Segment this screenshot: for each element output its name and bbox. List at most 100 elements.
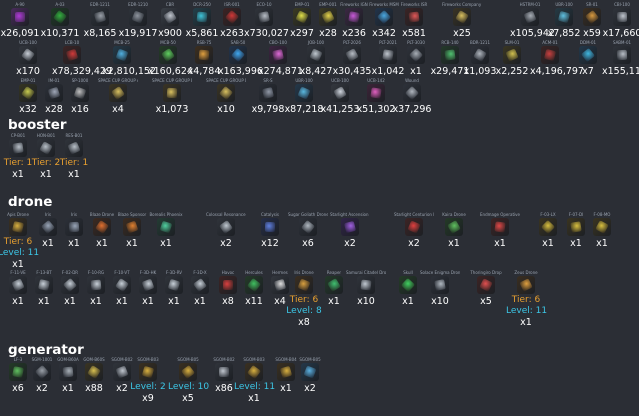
ammo-icon <box>159 46 177 64</box>
inventory-item[interactable]: Starlight Ascension Drone x2 <box>330 212 370 258</box>
item-count: x1 <box>448 238 460 249</box>
drone-icon <box>431 276 449 294</box>
icon-glyph <box>40 219 56 235</box>
item-name: SGOM-B05 <box>177 357 199 362</box>
icon-glyph <box>300 219 316 235</box>
inventory-item[interactable]: Sugar Goliath Drone x6 <box>288 212 328 258</box>
item-count: x5 <box>182 393 194 404</box>
inventory-item[interactable]: Solace Enigma Drone x10 <box>420 270 460 316</box>
formation-icon <box>191 276 209 294</box>
inventory-item[interactable]: Zeus Drone Tier: 6 Level: 11 x1 <box>506 270 547 328</box>
item-count: x25 <box>453 28 471 39</box>
icon-glyph <box>62 277 78 293</box>
inventory-item[interactable]: UBR-100 x87,218 <box>284 78 324 124</box>
icon-glyph <box>34 364 50 380</box>
inventory-item[interactable]: SR-S x9,798 <box>248 78 288 124</box>
inventory-item[interactable]: SABM-01 x155,113 <box>602 40 639 86</box>
icon-glyph <box>595 220 609 234</box>
icon-glyph <box>407 220 421 234</box>
item-name: A-03 <box>55 2 65 7</box>
item-count: x30,435 <box>332 66 372 77</box>
inventory-item[interactable]: SGOM-B05 x2 <box>290 357 330 403</box>
item-name: MCB-25 <box>114 40 130 45</box>
iris-drone-icon <box>65 218 83 236</box>
icon-glyph <box>198 49 210 61</box>
inventory-item[interactable]: UCB-100 x41,253 <box>320 78 360 124</box>
item-count: x2 <box>408 238 420 249</box>
item-name: UCB-100 <box>331 78 349 83</box>
item-count: x1 <box>596 238 608 249</box>
icon-glyph <box>400 277 416 293</box>
inventory-item[interactable]: RES-B01 Tier: 1 x1 <box>54 133 94 180</box>
item-count: x581 <box>402 28 426 39</box>
item-count: x160,624 <box>148 66 193 77</box>
icon-glyph <box>167 278 181 292</box>
item-name: SR-S <box>263 78 273 83</box>
item-name: A-90 <box>15 2 25 7</box>
item-name: SABM-01 <box>612 40 632 45</box>
icon-glyph <box>15 12 25 22</box>
booster-icon <box>65 139 83 157</box>
item-name: Kaira Drone <box>442 212 466 217</box>
ammo-icon <box>19 46 37 64</box>
drone-icon <box>299 218 317 236</box>
item-name: SLM-01 <box>504 40 520 45</box>
item-level: Level: 10 <box>168 382 210 392</box>
inventory-item[interactable]: Colossal Resonance Drone x2 <box>206 212 246 258</box>
item-name: Endmage Operative Drone <box>480 212 520 217</box>
icon-glyph <box>87 365 101 379</box>
cup-icon <box>217 84 235 102</box>
icon-glyph <box>90 279 102 291</box>
icon-glyph <box>161 48 175 62</box>
icon-glyph <box>262 87 274 99</box>
cup-icon <box>163 84 181 102</box>
inventory-item[interactable]: SPACE CUP GROUP D x10 <box>206 78 246 124</box>
red-mine-icon <box>223 8 241 26</box>
hellstorm-icon <box>521 8 539 26</box>
inventory-item[interactable]: Thoringiro Drop x5 <box>466 270 506 316</box>
shield-gen-icon <box>179 363 197 381</box>
firework-icon <box>405 8 423 26</box>
inventory-item[interactable]: Endmage Operative Drone x1 <box>480 212 520 258</box>
inventory-item[interactable]: Starlight Centurion Drone x2 <box>394 212 434 258</box>
item-name: Samurai Citadel Drone <box>346 270 386 275</box>
item-name: Colossal Resonance Drone <box>206 212 246 217</box>
item-count: x41,253 <box>320 104 360 115</box>
icon-glyph <box>447 220 461 234</box>
inventory-item[interactable]: Kaira Drone x1 <box>434 212 474 258</box>
icon-glyph <box>408 11 420 23</box>
rocket-icon <box>295 84 313 102</box>
inventory-item[interactable]: Catalysis x12 <box>250 212 290 258</box>
inventory-item[interactable]: SPACE CUP GROUP A x4 <box>98 78 138 124</box>
item-name: CBO-100 <box>269 40 287 45</box>
inventory-item[interactable]: SPACE CUP GROUP B x1,073 <box>152 78 192 124</box>
item-name: UCB-100 <box>19 40 37 45</box>
drone-icon <box>357 276 375 294</box>
inventory-item[interactable]: UCB-142 x51,302 <box>356 78 396 124</box>
icon-glyph <box>246 277 262 293</box>
drone-icon <box>123 218 141 236</box>
inventory-item[interactable]: ACM-01 x4,196,797 <box>530 40 584 86</box>
inventory-item[interactable]: SGOM-B05 Level: 10 x5 <box>168 357 210 404</box>
inventory-item[interactable]: SP-1000 x16 <box>60 78 100 124</box>
drone-icon <box>491 218 509 236</box>
icon-glyph <box>272 49 284 61</box>
inventory-item[interactable]: SLM-01 x2,252 <box>492 40 532 86</box>
inventory-item[interactable]: Wound x37,296 <box>392 78 432 124</box>
inventory-item[interactable]: Borealis Phoenix x1 <box>146 212 186 258</box>
inventory-item[interactable]: SGOM-B03 Level: 2 x9 <box>128 357 168 404</box>
inventory-item[interactable]: Samurai Citadel Drone x10 <box>346 270 386 316</box>
drone-icon <box>295 276 313 294</box>
ammo-icon <box>307 46 325 64</box>
ammo-icon <box>229 46 247 64</box>
item-count: x8 <box>298 317 310 328</box>
item-name: Zeus Drone <box>514 270 538 275</box>
item-count: x1 <box>520 317 532 328</box>
icon-glyph <box>382 49 394 61</box>
drone-icon <box>445 218 463 236</box>
icon-glyph <box>39 141 53 155</box>
inventory-item[interactable]: F-08-MO x1 <box>582 212 622 258</box>
rocket-icon <box>259 84 277 102</box>
icon-glyph <box>348 11 360 23</box>
icon-glyph <box>434 279 446 291</box>
